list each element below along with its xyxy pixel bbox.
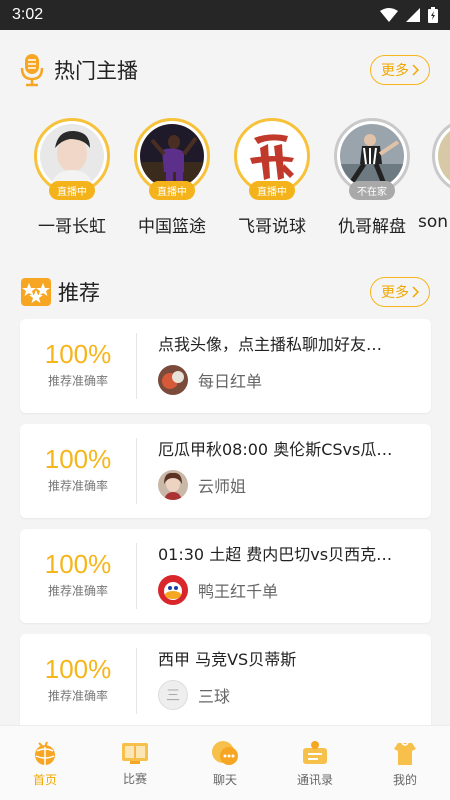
- match-icon: [122, 742, 148, 764]
- recommend-card[interactable]: 100% 推荐准确率 点我头像，点主播私聊加好友… 每日红单: [20, 319, 431, 413]
- anchor-avatar: [40, 124, 104, 188]
- wifi-icon: [380, 8, 398, 22]
- status-bar: 3:02: [0, 0, 450, 30]
- author-name: 云师姐: [198, 477, 247, 496]
- recommend-title-text: 厄瓜甲秋08:00 奥伦斯CSvs瓜…: [158, 440, 393, 459]
- author-name: 鸭王红千单: [198, 582, 279, 601]
- more-label: 更多: [381, 285, 409, 301]
- contacts-icon: [303, 740, 327, 764]
- recommend-card[interactable]: 100% 推荐准确率 01:30 土超 费内巴切vs贝西克… 鸭王红千单: [20, 529, 431, 623]
- recommend-header: 推荐 更多: [0, 267, 450, 317]
- accuracy-label: 推荐准确率: [47, 584, 108, 598]
- hot-anchors-more-button[interactable]: 更多: [370, 55, 430, 85]
- live-badge: 直播中: [249, 181, 295, 200]
- tab-match[interactable]: 比赛: [90, 726, 180, 800]
- offline-badge: 不在家: [349, 181, 395, 200]
- divider: [136, 543, 137, 609]
- accuracy-value: 100%: [44, 339, 112, 369]
- anchor-item[interactable]: 直播中 中国篮途: [122, 118, 222, 237]
- anchor-name: 飞哥说球: [238, 217, 306, 237]
- author-row: 鸭王红千单: [158, 575, 278, 605]
- author-avatar: 三: [158, 680, 188, 710]
- divider: [136, 438, 137, 504]
- divider: [136, 333, 137, 399]
- anchor-name: 一哥长虹: [38, 217, 106, 237]
- accuracy-value: 100%: [44, 549, 112, 579]
- divider: [136, 648, 137, 714]
- accuracy-box: 100% 推荐准确率: [20, 634, 136, 728]
- accuracy-label: 推荐准确率: [47, 479, 108, 493]
- tab-profile[interactable]: 我的: [360, 726, 450, 800]
- hot-anchors-header: 热门主播 更多: [0, 45, 450, 95]
- recommend-card[interactable]: 100% 推荐准确率 西甲 马竞VS贝蒂斯 三 三球: [20, 634, 431, 734]
- recommend-more-button[interactable]: 更多: [370, 277, 430, 307]
- hot-anchors-title: 热门主播: [54, 59, 138, 83]
- live-badge: 直播中: [49, 181, 95, 200]
- accuracy-box: 100% 推荐准确率: [20, 424, 136, 518]
- tab-label: 我的: [392, 772, 417, 787]
- recommend-card[interactable]: 100% 推荐准确率 厄瓜甲秋08:00 奥伦斯CSvs瓜… 云师姐: [20, 424, 431, 518]
- anchor-item[interactable]: 直播中 一哥长虹: [22, 118, 122, 237]
- accuracy-box: 100% 推荐准确率: [20, 319, 136, 413]
- recommend-title-text: 01:30 土超 费内巴切vs贝西克…: [158, 545, 393, 564]
- more-label: 更多: [381, 63, 409, 79]
- author-row: 三 三球: [158, 680, 230, 710]
- microphone-icon: [20, 54, 44, 87]
- anchor-avatar: [340, 124, 404, 188]
- author-name: 每日红单: [198, 372, 263, 391]
- calligraphy-avatar: [240, 124, 304, 188]
- author-name: 三球: [198, 687, 231, 706]
- anchor-item[interactable]: 直播中 飞哥说球: [222, 118, 322, 237]
- signal-icon: [406, 8, 420, 22]
- recommend-title-text: 西甲 马竞VS贝蒂斯: [158, 650, 297, 669]
- anchor-item[interactable]: son: [402, 118, 450, 232]
- accuracy-label: 推荐准确率: [47, 689, 108, 703]
- home-icon: [35, 741, 55, 765]
- tab-contacts[interactable]: 通讯录: [270, 726, 360, 800]
- status-time: 3:02: [12, 6, 44, 23]
- anchor-name: 中国篮途: [138, 217, 206, 237]
- anchor-name: son: [418, 212, 449, 232]
- anchor-avatar: [438, 124, 450, 188]
- author-avatar: [158, 365, 188, 395]
- author-row: 每日红单: [158, 365, 262, 395]
- anchor-avatar: [140, 124, 204, 188]
- tab-home[interactable]: 首页: [0, 726, 90, 800]
- accuracy-value: 100%: [44, 654, 112, 684]
- tab-label: 首页: [32, 772, 57, 787]
- hot-anchors-list: 直播中 一哥长虹 直播中 中国篮途 直播中 飞哥说球 不在家 仇哥解盘 son: [0, 118, 450, 258]
- duck-avatar: [158, 575, 188, 605]
- tab-label: 比赛: [122, 771, 147, 786]
- recommend-title: 推荐: [58, 281, 100, 305]
- author-row: 云师姐: [158, 470, 246, 500]
- accuracy-value: 100%: [44, 444, 112, 474]
- author-avatar: [158, 470, 188, 500]
- chevron-right-icon: [412, 64, 419, 76]
- accuracy-label: 推荐准确率: [47, 374, 108, 388]
- accuracy-box: 100% 推荐准确率: [20, 529, 136, 623]
- recommend-title-text: 点我头像，点主播私聊加好友…: [158, 335, 383, 354]
- chevron-right-icon: [412, 286, 419, 298]
- chat-icon: [212, 740, 238, 765]
- tab-chat[interactable]: 聊天: [180, 726, 270, 800]
- tab-label: 通讯录: [296, 772, 333, 787]
- live-badge: 直播中: [149, 181, 195, 200]
- status-icons: [380, 7, 438, 23]
- bottom-tab-bar: 首页 比赛 聊天 通讯录 我的: [0, 725, 450, 800]
- battery-icon: [428, 7, 438, 23]
- profile-icon: [394, 742, 416, 765]
- stars-badge-icon: [21, 278, 51, 306]
- tab-label: 聊天: [212, 772, 237, 787]
